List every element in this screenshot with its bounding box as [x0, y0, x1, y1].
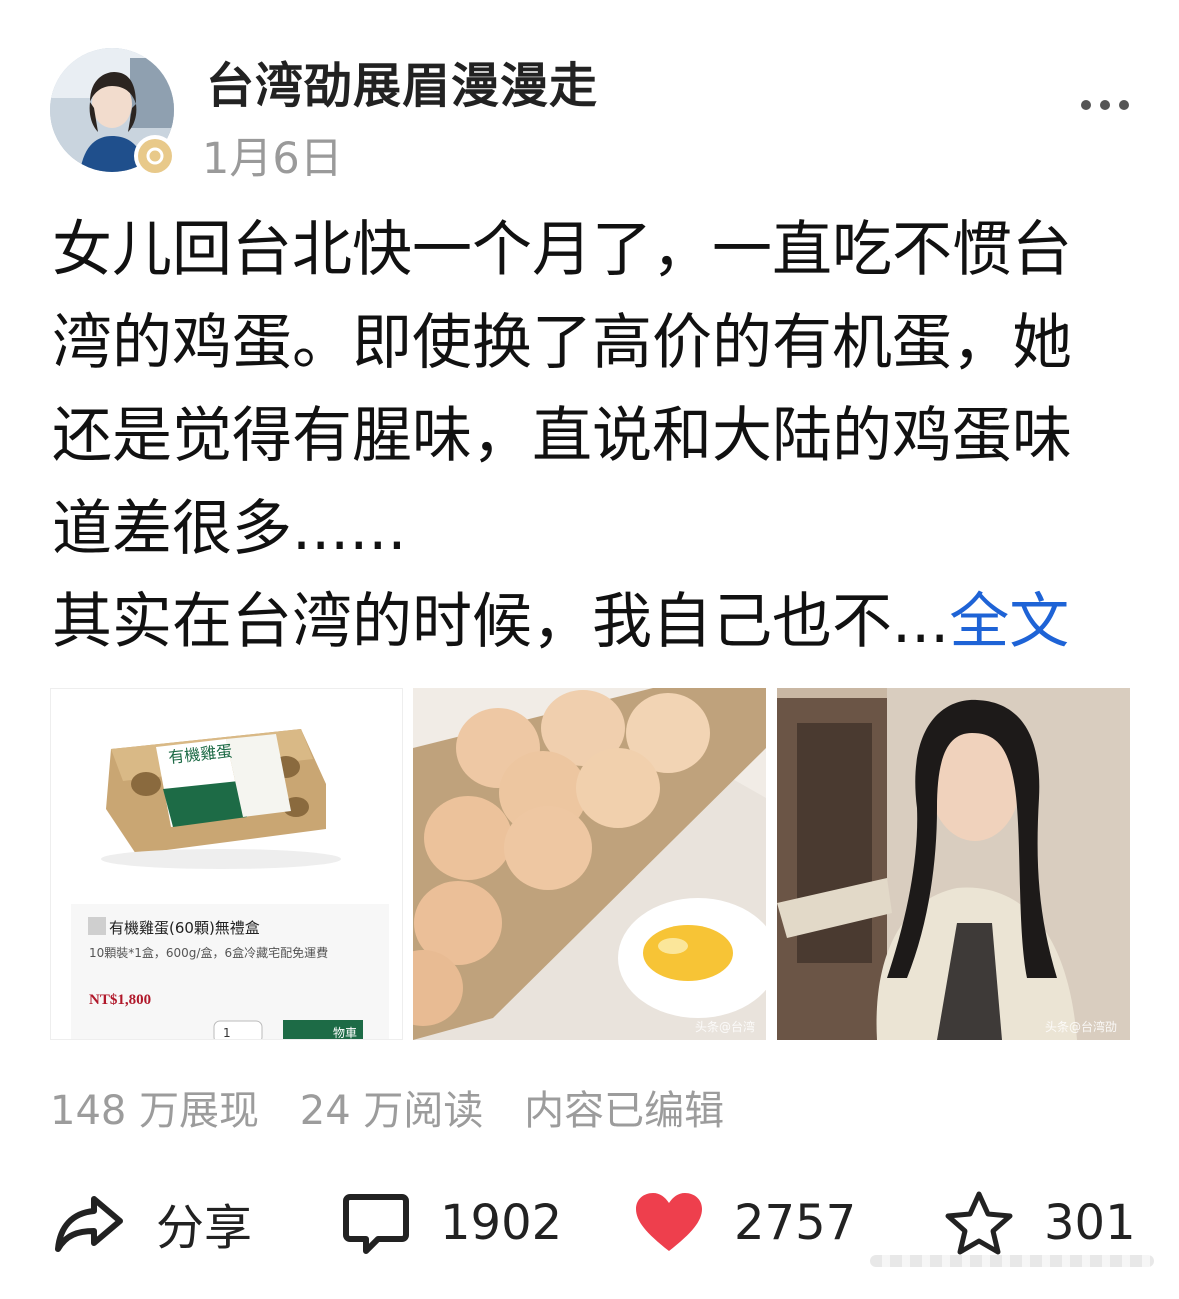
eggs-watermark: 头条@台湾	[695, 1019, 755, 1034]
post-line: 还是觉得有腥味，直说和大陆的鸡蛋味	[52, 401, 1072, 471]
star-icon	[945, 1191, 1013, 1255]
heart-icon	[636, 1193, 702, 1251]
post-line: 湾的鸡蛋。即使换了高价的有机蛋，她	[52, 308, 1072, 378]
girl-photo[interactable]: 头条@台湾劭	[777, 688, 1130, 1040]
more-options-button[interactable]	[1081, 90, 1129, 120]
image-grid: 有機雞蛋 有機雞蛋(60顆)無禮盒 10顆裝*1盒，600g/盒，6盒冷藏宅配免…	[50, 688, 1130, 1040]
product-desc: 10顆裝*1盒，600g/盒，6盒冷藏宅配免運費	[89, 945, 328, 960]
post-stats: 148 万展现 24 万阅读 内容已编辑	[50, 1078, 752, 1136]
home-indicator	[870, 1255, 1154, 1267]
dot-icon	[1119, 100, 1129, 110]
share-button[interactable]: 分享	[54, 1178, 252, 1268]
post-line: 道差很多......	[52, 494, 407, 564]
eggs-image[interactable]: 头条@台湾	[413, 688, 766, 1040]
share-icon	[55, 1196, 123, 1252]
dot-icon	[1081, 100, 1091, 110]
post-line-last: 其实在台湾的时候，我自己也不...全文	[52, 576, 1132, 669]
girl-watermark: 头条@台湾劭	[1045, 1019, 1117, 1034]
product-price: NT$1,800	[89, 992, 151, 1008]
reads-count: 24 万阅读	[299, 1088, 484, 1134]
product-image[interactable]: 有機雞蛋 有機雞蛋(60顆)無禮盒 10顆裝*1盒，600g/盒，6盒冷藏宅配免…	[50, 688, 403, 1040]
like-button[interactable]: 2757	[634, 1178, 856, 1268]
author-name[interactable]: 台湾劭展眉漫漫走	[206, 46, 598, 116]
post-line-text: 其实在台湾的时候，我自己也不...	[52, 587, 950, 657]
like-count: 2757	[734, 1195, 857, 1251]
comment-icon	[343, 1194, 409, 1254]
post-body[interactable]: 女儿回台北快一个月了，一直吃不惯台 湾的鸡蛋。即使换了高价的有机蛋，她 还是觉得…	[52, 204, 1132, 669]
post-line: 女儿回台北快一个月了，一直吃不惯台	[52, 215, 1072, 285]
edited-label: 内容已编辑	[524, 1088, 725, 1134]
cart-button-label: 物車	[333, 1026, 357, 1040]
comment-count: 1902	[440, 1195, 563, 1251]
verified-badge-icon	[134, 135, 176, 177]
read-more-link[interactable]: 全文	[949, 587, 1069, 657]
dot-icon	[1100, 100, 1110, 110]
share-label: 分享	[156, 1200, 253, 1256]
post-date: 1月6日	[202, 134, 343, 184]
comment-button[interactable]: 1902	[342, 1178, 562, 1268]
product-title: 有機雞蛋(60顆)無禮盒	[109, 919, 260, 937]
favorite-count: 301	[1044, 1195, 1136, 1251]
qty-value: 1	[223, 1026, 231, 1040]
views-count: 148 万展现	[50, 1088, 260, 1134]
